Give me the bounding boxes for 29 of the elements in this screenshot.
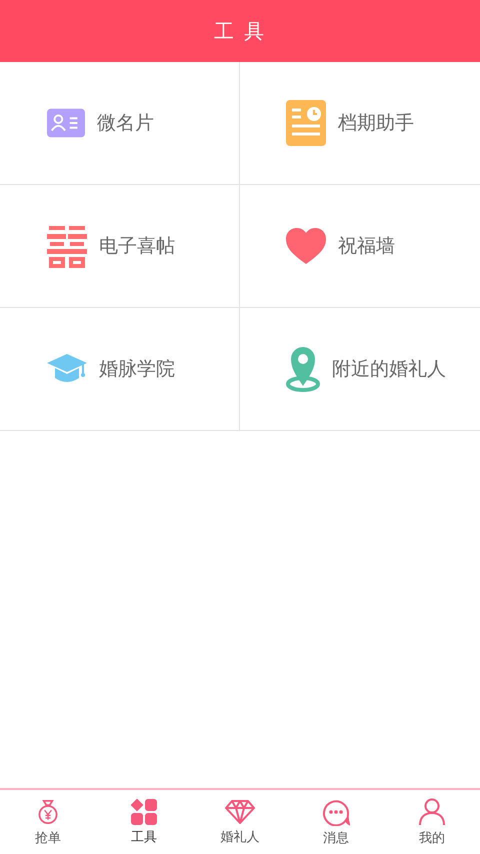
- tool-item[interactable]: 档期助手: [240, 62, 480, 185]
- tool-item[interactable]: 祝福墙: [240, 185, 480, 308]
- location-pin-icon: [286, 346, 320, 392]
- tool-label: 档期助手: [338, 111, 414, 136]
- tool-label: 祝福墙: [338, 234, 395, 259]
- double-happiness-icon: [47, 224, 87, 268]
- schedule-icon: [286, 100, 326, 146]
- graduation-cap-icon: [47, 354, 87, 384]
- tool-item[interactable]: 附近的婚礼人: [240, 308, 480, 430]
- grid-icon: [131, 798, 157, 824]
- tab-item[interactable]: 消息: [288, 790, 384, 854]
- tool-item[interactable]: 婚脉学院: [0, 308, 240, 430]
- tool-item[interactable]: 微名片: [0, 62, 240, 185]
- tab-item[interactable]: 我的: [384, 790, 480, 854]
- page-title: 工 具: [214, 18, 266, 44]
- tab-item[interactable]: 抢单: [0, 790, 96, 854]
- tab-item[interactable]: 婚礼人: [192, 790, 288, 854]
- diamond-icon: [225, 798, 255, 824]
- tool-label: 电子喜帖: [99, 234, 175, 259]
- tool-label: 微名片: [97, 111, 154, 136]
- money-bag-icon: [36, 798, 60, 826]
- chat-bubble-icon: [322, 798, 350, 826]
- person-icon: [418, 798, 446, 826]
- tool-label: 附近的婚礼人: [332, 357, 446, 382]
- tab-item[interactable]: 工具: [96, 790, 192, 854]
- tool-label: 婚脉学院: [99, 357, 175, 382]
- heart-icon: [286, 228, 326, 264]
- contact-card-icon: [47, 108, 85, 138]
- tool-item[interactable]: 电子喜帖: [0, 185, 240, 308]
